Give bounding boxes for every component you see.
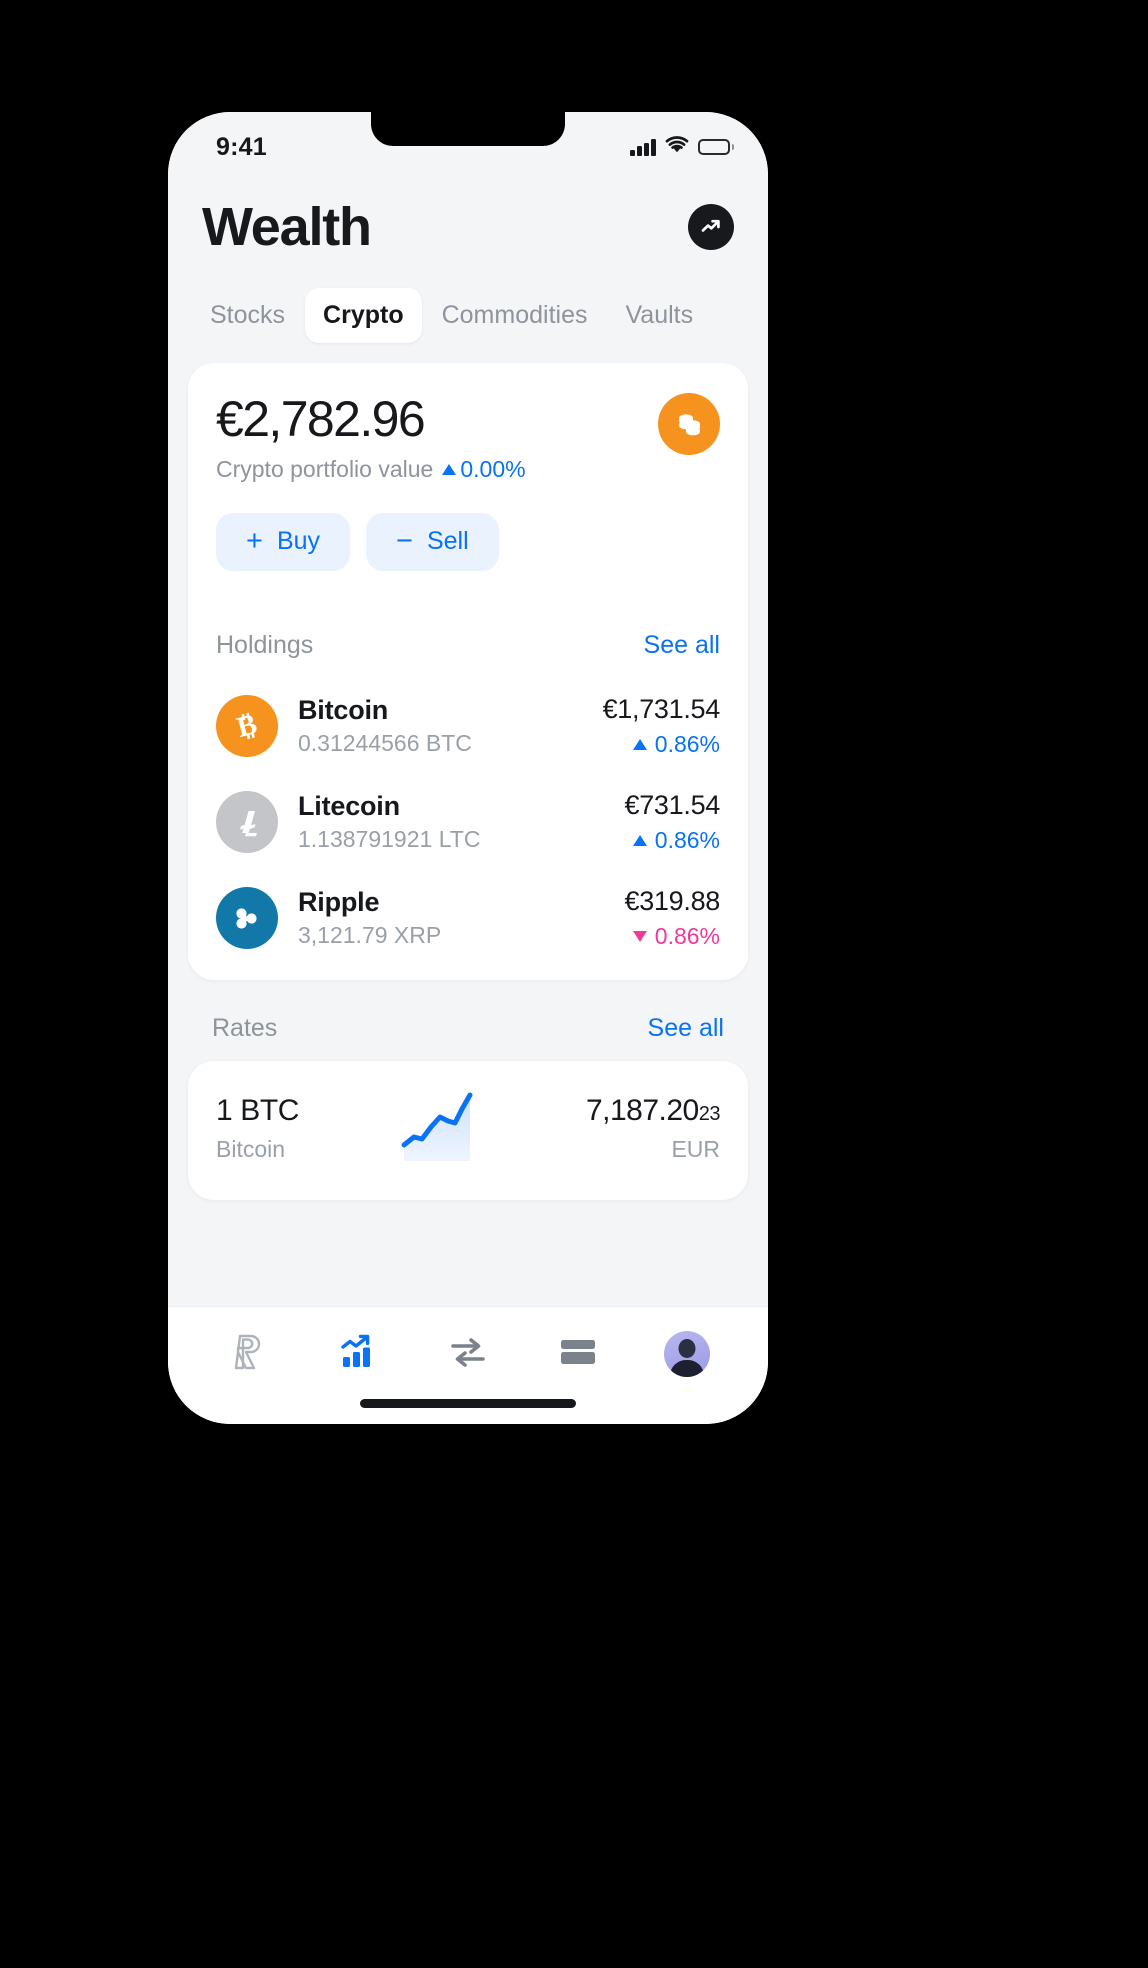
wealth-bar-chart-icon: [339, 1333, 377, 1374]
holding-name: Litecoin: [298, 790, 400, 821]
status-bar-icons: [630, 135, 734, 159]
rate-asset-name: Bitcoin: [216, 1135, 286, 1162]
holdings-section-header: Holdings See all: [188, 597, 748, 678]
sell-button[interactable]: − Sell: [366, 512, 499, 571]
holdings-title: Holdings: [216, 630, 314, 659]
holding-name: Ripple: [298, 886, 380, 917]
rates-title: Rates: [212, 1013, 278, 1042]
sell-button-label: Sell: [426, 527, 469, 555]
rate-pair: 1 BTC: [216, 1093, 300, 1127]
tab-stocks[interactable]: Stocks: [192, 288, 303, 343]
sparkline-up-icon: [398, 1087, 488, 1170]
tab-crypto[interactable]: Crypto: [305, 288, 422, 343]
card-icon: [559, 1338, 597, 1369]
trending-up-icon-button[interactable]: [688, 204, 734, 250]
rate-price-fraction: 23: [698, 1102, 721, 1125]
triangle-up-icon: [632, 738, 647, 750]
category-tabs: Stocks Crypto Commodities Vaults: [168, 262, 768, 363]
table-row[interactable]: B Bitcoin 0.31244566 BTC €1,731.54 0.86%: [188, 678, 748, 774]
ripple-icon: [216, 886, 278, 949]
balance-top-row: €2,782.96 Crypto portfolio value 0.00%: [216, 393, 720, 483]
triangle-up-icon: [442, 463, 457, 475]
holdings-see-all-link[interactable]: See all: [644, 631, 720, 660]
nav-exchange-button[interactable]: [432, 1326, 504, 1382]
holding-value: €1,731.54: [602, 693, 721, 724]
rates-see-all-link[interactable]: See all: [648, 1014, 724, 1043]
plus-icon: +: [246, 525, 263, 557]
portfolio-value: €2,782.96: [216, 391, 426, 447]
triangle-down-icon: [632, 930, 647, 942]
holding-value: €319.88: [624, 885, 721, 916]
nav-home-button[interactable]: [213, 1326, 285, 1382]
rate-card-bitcoin[interactable]: 1 BTC Bitcoin 7,187.2023 EUR: [188, 1060, 748, 1200]
rate-price: 7,187.2023: [585, 1093, 721, 1128]
tab-commodities[interactable]: Commodities: [424, 288, 606, 343]
trending-up-icon: [699, 214, 723, 241]
triangle-up-icon: [632, 834, 647, 846]
holding-change-value: 0.86%: [654, 922, 720, 949]
minus-icon: −: [396, 525, 413, 557]
rate-price-main: 7,187.20: [585, 1093, 699, 1127]
portfolio-caption-row: Crypto portfolio value 0.00%: [216, 456, 526, 483]
buy-button-label: Buy: [276, 527, 321, 555]
portfolio-change: 0.00%: [442, 455, 526, 483]
holding-units: 3,121.79 XRP: [298, 921, 442, 948]
home-indicator: [360, 1399, 576, 1408]
exchange-arrows-icon: [449, 1336, 487, 1371]
balance-section: €2,782.96 Crypto portfolio value 0.00% +…: [188, 363, 748, 597]
revolut-logo-icon: [232, 1332, 266, 1375]
coins-stack-icon: [658, 393, 720, 455]
table-row[interactable]: Ripple 3,121.79 XRP €319.88 0.86%: [188, 870, 748, 980]
holding-change: 0.86%: [625, 922, 720, 950]
portfolio-caption: Crypto portfolio value: [216, 455, 434, 482]
signal-bars-icon: [630, 138, 656, 156]
battery-full-icon: [697, 139, 734, 155]
status-bar: 9:41: [168, 112, 768, 174]
nav-wealth-button[interactable]: [322, 1326, 394, 1382]
holding-change: 0.86%: [625, 826, 720, 854]
balance-text-group: €2,782.96 Crypto portfolio value 0.00%: [216, 393, 526, 483]
table-row[interactable]: Litecoin 1.138791921 LTC €731.54 0.86%: [188, 774, 748, 870]
holding-units: 0.31244566 BTC: [298, 729, 472, 756]
nav-profile-button[interactable]: [651, 1326, 723, 1382]
holding-info: Bitcoin 0.31244566 BTC: [298, 695, 583, 757]
screenshot-stage: 9:41 Wealth Stocks Crypto Commodities Va…: [0, 0, 1148, 1968]
rate-currency: EUR: [671, 1135, 720, 1162]
holding-name: Bitcoin: [298, 694, 389, 725]
nav-cards-button[interactable]: [542, 1326, 614, 1382]
holding-info: Ripple 3,121.79 XRP: [298, 887, 605, 949]
wifi-icon: [665, 135, 689, 159]
crypto-portfolio-card: €2,782.96 Crypto portfolio value 0.00% +…: [188, 363, 748, 980]
content-scroll-area[interactable]: €2,782.96 Crypto portfolio value 0.00% +…: [168, 363, 768, 1424]
bitcoin-icon: B: [216, 694, 278, 757]
phone-screen: 9:41 Wealth Stocks Crypto Commodities Va…: [168, 112, 768, 1424]
buy-sell-actions: + Buy − Sell: [216, 512, 720, 571]
holding-change-value: 0.86%: [654, 730, 720, 757]
holding-values: €731.54 0.86%: [625, 790, 721, 854]
holding-info: Litecoin 1.138791921 LTC: [298, 791, 605, 853]
holding-value: €731.54: [624, 789, 721, 820]
phone-frame: 9:41 Wealth Stocks Crypto Commodities Va…: [168, 112, 768, 1424]
phone-notch: [371, 112, 565, 146]
holding-change: 0.86%: [603, 731, 720, 758]
rate-price-group: 7,187.2023 EUR: [585, 1093, 721, 1163]
holding-values: €1,731.54 0.86%: [602, 693, 721, 758]
rate-pair-group: 1 BTC Bitcoin: [216, 1094, 299, 1163]
holding-change-value: 0.86%: [654, 826, 720, 853]
profile-avatar-icon: [664, 1330, 711, 1377]
litecoin-icon: [216, 790, 278, 853]
portfolio-change-value: 0.00%: [460, 455, 526, 482]
holding-values: €319.88 0.86%: [625, 886, 721, 950]
buy-button[interactable]: + Buy: [216, 512, 351, 571]
page-title: Wealth: [202, 197, 372, 257]
app-header: Wealth: [168, 174, 768, 262]
rates-section-header: Rates See all: [188, 980, 748, 1061]
tab-vaults[interactable]: Vaults: [607, 288, 711, 343]
status-bar-time: 9:41: [216, 132, 267, 161]
holding-units: 1.138791921 LTC: [298, 825, 481, 852]
